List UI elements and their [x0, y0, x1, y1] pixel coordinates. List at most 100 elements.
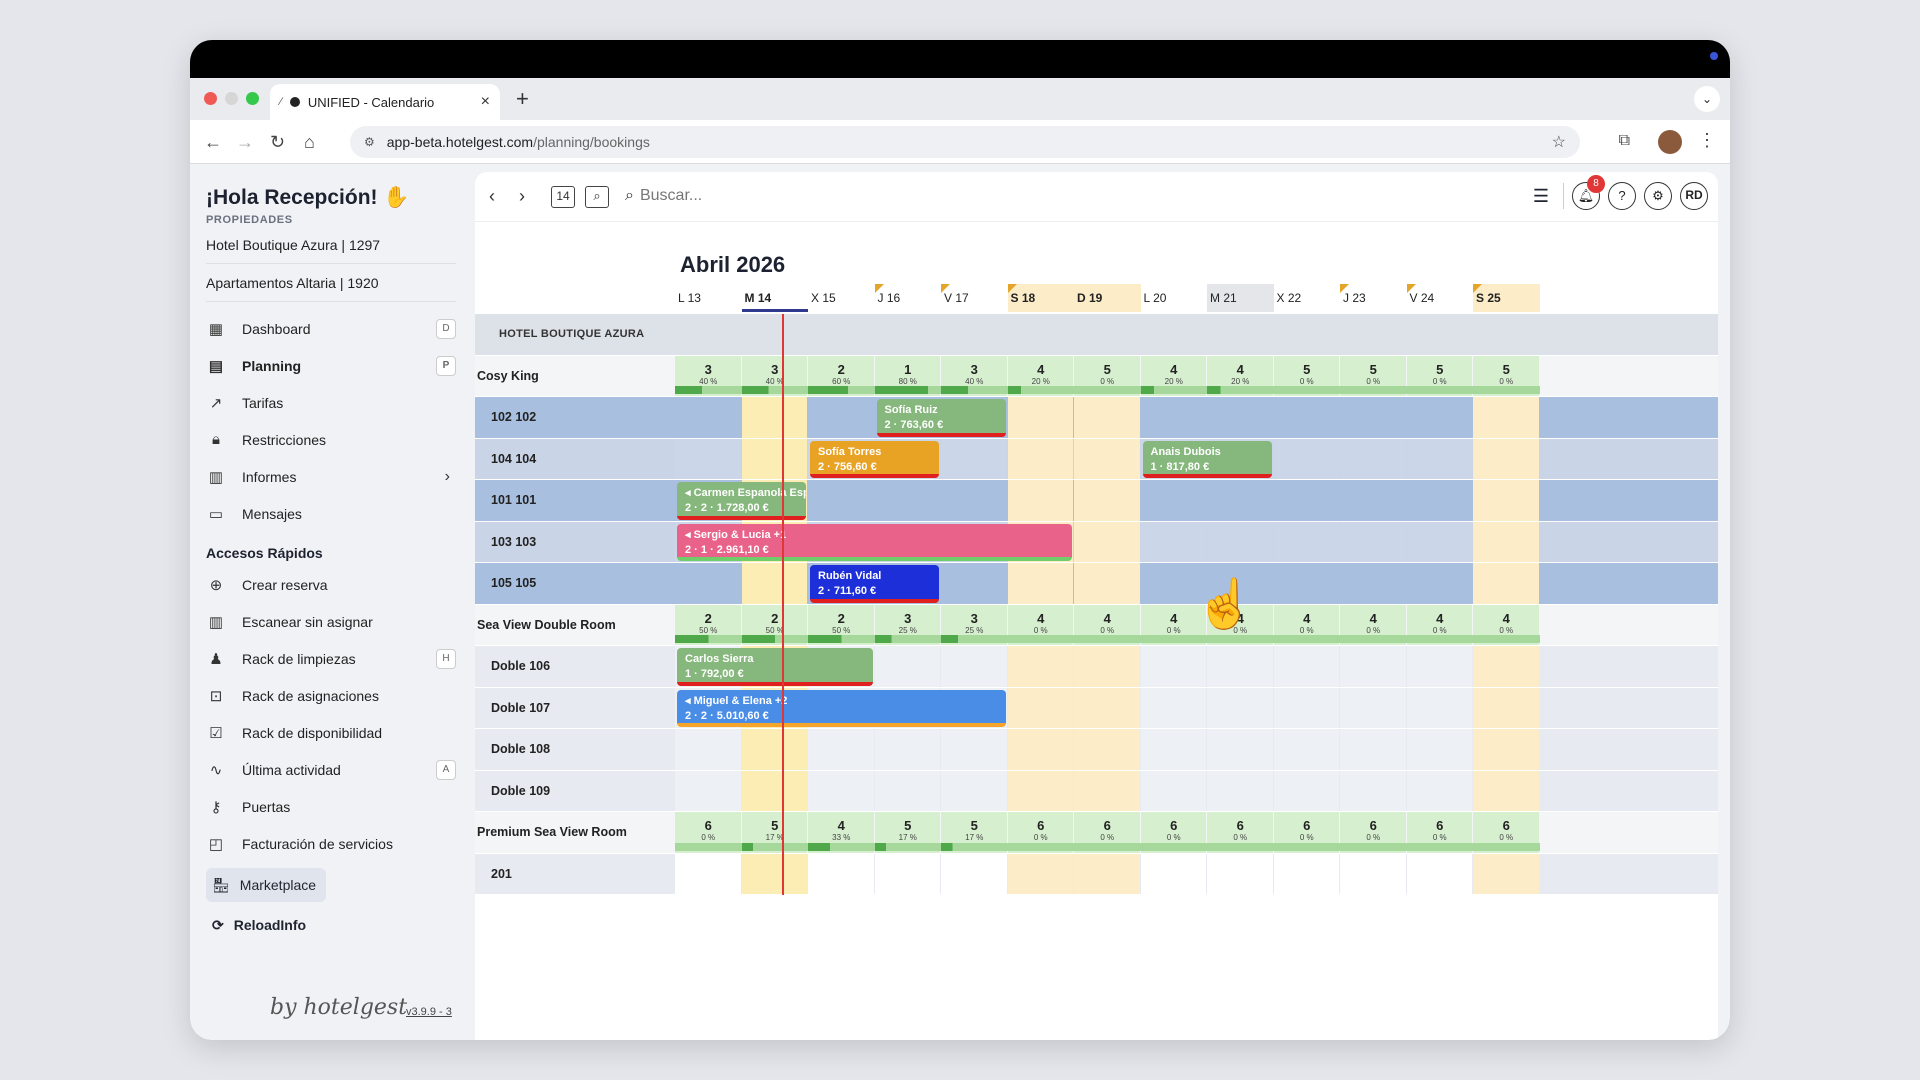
room-day-cell[interactable]: [1007, 770, 1073, 811]
availability-cell[interactable]: 2 50 %: [675, 604, 742, 645]
availability-cell[interactable]: 40 %: [1074, 604, 1141, 645]
room-day-cell[interactable]: [675, 563, 741, 604]
room-day-cell[interactable]: [1473, 521, 1539, 562]
day-header[interactable]: M 14: [741, 284, 808, 312]
room-day-cell[interactable]: [1074, 397, 1140, 438]
availability-cell[interactable]: 3 25 %: [874, 604, 941, 645]
room-day-cell[interactable]: [1007, 563, 1073, 604]
room-day-cell[interactable]: [1207, 770, 1273, 811]
availability-cell[interactable]: 2 60 %: [808, 355, 875, 396]
availability-cell[interactable]: 4 20 %: [1007, 355, 1074, 396]
room-day-cell[interactable]: [1473, 646, 1539, 687]
room-day-cell[interactable]: [675, 438, 741, 479]
tab-search-button[interactable]: ⌄: [1694, 86, 1720, 112]
day-header[interactable]: L 20: [1141, 284, 1208, 312]
room-day-cell[interactable]: [1140, 770, 1206, 811]
room-day-cell[interactable]: [1207, 729, 1273, 770]
room-day-cell[interactable]: [1207, 853, 1273, 894]
browser-tab[interactable]: ⁄ UNIFIED - Calendario ×: [270, 84, 500, 120]
room-day-cell[interactable]: [1074, 563, 1140, 604]
day-header[interactable]: L 13: [675, 284, 742, 312]
room-day-cell[interactable]: [808, 480, 874, 521]
room-day-cell[interactable]: [1140, 646, 1206, 687]
quick-item-facturacion[interactable]: ◰ Facturación de servicios: [206, 825, 456, 862]
room-day-cell[interactable]: [1140, 853, 1206, 894]
room-day-cell[interactable]: [1273, 438, 1339, 479]
room-day-cell[interactable]: [1273, 563, 1339, 604]
availability-cell[interactable]: 5 17 %: [941, 812, 1008, 853]
room-day-cell[interactable]: [1074, 438, 1140, 479]
back-icon[interactable]: ←: [204, 132, 222, 153]
next-period-icon[interactable]: ›: [519, 186, 525, 207]
room-day-cell[interactable]: [808, 397, 874, 438]
room-day-cell[interactable]: [1074, 853, 1140, 894]
menu-item-restricciones[interactable]: 🔒︎ Restricciones: [206, 421, 456, 458]
room-day-cell[interactable]: [1273, 480, 1339, 521]
row-label[interactable]: HOTEL BOUTIQUE AZURA: [475, 314, 675, 355]
quick-item-crear-reserva[interactable]: ⊕ Crear reserva: [206, 566, 456, 603]
menu-item-planning[interactable]: ▤ Planning P: [206, 347, 456, 384]
new-tab-button[interactable]: +: [516, 86, 529, 112]
room-day-cell[interactable]: [1340, 480, 1406, 521]
day-header[interactable]: S 18: [1007, 284, 1074, 312]
room-day-cell[interactable]: [675, 729, 741, 770]
row-label[interactable]: Doble 106: [475, 646, 675, 687]
room-day-cell[interactable]: [741, 770, 807, 811]
availability-cell[interactable]: 4 20 %: [1140, 355, 1207, 396]
quick-item-puertas[interactable]: ⚷ Puertas: [206, 788, 456, 825]
availability-cell[interactable]: 3 40 %: [941, 355, 1008, 396]
room-day-cell[interactable]: [1007, 687, 1073, 728]
browser-menu-icon[interactable]: ⋮: [1698, 130, 1716, 151]
booking-block[interactable]: Rubén Vidal 2 · 711,60 €: [810, 565, 939, 603]
row-label[interactable]: Premium Sea View Room: [475, 812, 675, 853]
row-label[interactable]: 103 103: [475, 521, 675, 562]
room-day-cell[interactable]: [1340, 397, 1406, 438]
close-tab-icon[interactable]: ×: [481, 93, 490, 111]
availability-cell[interactable]: 60 %: [1273, 812, 1340, 853]
booking-block[interactable]: Sofía Torres 2 · 756,60 €: [810, 440, 939, 478]
room-day-cell[interactable]: [1273, 397, 1339, 438]
availability-cell[interactable]: 40 %: [1007, 604, 1074, 645]
room-day-cell[interactable]: [1207, 397, 1273, 438]
availability-cell[interactable]: 50 %: [1473, 355, 1540, 396]
quick-item-rack-asignaciones[interactable]: ⊡ Rack de asignaciones: [206, 677, 456, 714]
room-day-cell[interactable]: [675, 853, 741, 894]
room-day-cell[interactable]: [808, 770, 874, 811]
room-day-cell[interactable]: [1273, 521, 1339, 562]
room-day-cell[interactable]: [1340, 729, 1406, 770]
row-label[interactable]: 105 105: [475, 563, 675, 604]
room-day-cell[interactable]: [1140, 687, 1206, 728]
room-day-cell[interactable]: [675, 770, 741, 811]
availability-cell[interactable]: 50 %: [1074, 355, 1141, 396]
room-day-cell[interactable]: [1340, 770, 1406, 811]
room-day-cell[interactable]: [1473, 770, 1539, 811]
notifications-button[interactable]: 🔔︎ 8: [1572, 175, 1605, 210]
room-day-cell[interactable]: [1406, 687, 1472, 728]
availability-cell[interactable]: 4 33 %: [808, 812, 875, 853]
row-label[interactable]: 201: [475, 853, 675, 894]
day-header[interactable]: S 25: [1473, 284, 1540, 312]
row-label[interactable]: Doble 107: [475, 687, 675, 728]
room-day-cell[interactable]: [1406, 770, 1472, 811]
quick-item-rack-disponibilidad[interactable]: ☑ Rack de disponibilidad: [206, 714, 456, 751]
search-input[interactable]: ⌕ Buscar...: [625, 187, 702, 205]
menu-item-mensajes[interactable]: ▭ Mensajes: [206, 495, 456, 532]
room-day-cell[interactable]: [1406, 646, 1472, 687]
forward-icon[interactable]: →: [236, 132, 254, 153]
reload-info-button[interactable]: ⟳ ReloadInfo: [206, 910, 475, 940]
maximize-window-button[interactable]: [246, 92, 259, 105]
site-info-icon[interactable]: ⚙: [364, 135, 375, 149]
help-button[interactable]: ?: [1608, 182, 1636, 210]
home-icon[interactable]: ⌂: [304, 132, 315, 153]
row-label[interactable]: Doble 109: [475, 770, 675, 811]
day-header[interactable]: M 21: [1207, 284, 1274, 312]
room-day-cell[interactable]: [1340, 438, 1406, 479]
row-label[interactable]: Doble 108: [475, 729, 675, 770]
room-day-cell[interactable]: [1074, 770, 1140, 811]
booking-block[interactable]: Carlos Sierra 1 · 792,00 €: [677, 648, 873, 686]
availability-cell[interactable]: 40 %: [1406, 604, 1473, 645]
availability-cell[interactable]: 5 17 %: [741, 812, 808, 853]
room-day-cell[interactable]: [1273, 729, 1339, 770]
reload-icon[interactable]: ↻: [270, 132, 285, 153]
profile-avatar[interactable]: [1658, 130, 1682, 154]
